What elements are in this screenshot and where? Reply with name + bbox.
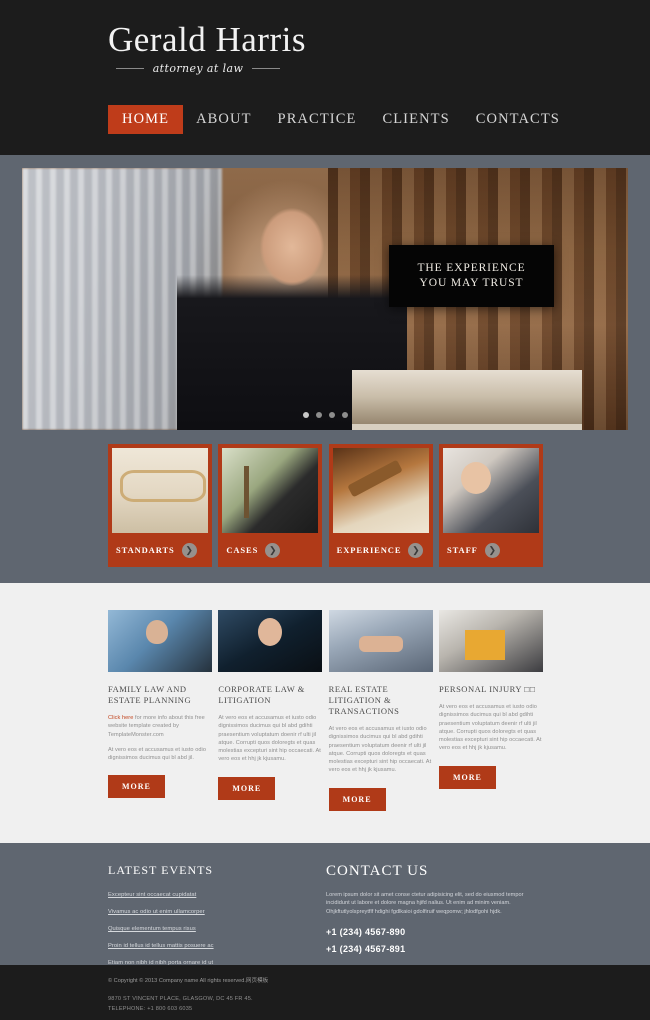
practice-title: REAL ESTATE LITIGATION & TRANSACTIONS <box>328 684 400 716</box>
more-button[interactable]: MORE <box>438 765 496 789</box>
practice-promo-text: Click here for more info about this free… <box>108 714 212 739</box>
practice-body: At vero eos et accusamus et iusto odio d… <box>218 715 321 763</box>
service-card-bar: EXPERIENCE ❯ <box>333 533 429 567</box>
footer-contact-body: Lorem ipsum dolor sit amet conse ctetur … <box>326 892 524 915</box>
footer-phone-primary[interactable]: +1 (234) 4567-890 <box>326 927 543 937</box>
slider-pagination[interactable] <box>22 412 628 418</box>
service-card-label: STANDARTS <box>116 545 175 555</box>
practice-areas-section: FAMILY LAW AND ESTATE PLANNING Click her… <box>0 583 650 843</box>
practice-body: At vero eos et accusamus et iusto odio d… <box>328 726 432 774</box>
service-thumb-glasses-book <box>112 448 208 533</box>
nav-item-home[interactable]: HOME <box>108 105 184 134</box>
rule-left-divider <box>116 67 144 69</box>
service-card-label: EXPERIENCE <box>336 545 402 555</box>
footer-contact-title: CONTACT US <box>326 863 429 879</box>
footer-events-title: LATEST EVENTS <box>108 863 214 877</box>
chevron-right-icon[interactable]: ❯ <box>265 542 281 558</box>
brand-tagline-wrap: attorney at law <box>108 62 280 75</box>
service-card-bar: STANDARTS ❯ <box>112 533 208 567</box>
slider-dot-2[interactable] <box>315 412 322 418</box>
hero-slider[interactable]: THE EXPERIENCE YOU MAY TRUST <box>22 168 628 430</box>
site-footer: LATEST EVENTS Excepteur sint occaecat cu… <box>0 843 650 966</box>
service-card-experience[interactable]: EXPERIENCE ❯ <box>328 444 433 567</box>
practice-body: At vero eos et accusamus et iusto odio d… <box>438 704 542 752</box>
service-card-bar: STAFF ❯ <box>443 533 539 567</box>
copyright-address: 9870 ST VINCENT PLACE, GLASGOW, DC 45 FR… <box>108 996 253 1002</box>
page-root: Gerald Harris attorney at law HOME ABOUT… <box>0 0 650 1020</box>
slider-dot-4[interactable] <box>341 412 348 418</box>
copyright-telephone: TELEPHONE: +1 800 603 6035 <box>108 1005 193 1012</box>
practice-thumb-businesswoman <box>218 610 323 672</box>
service-thumb-gavel <box>332 448 429 533</box>
brand-block[interactable]: Gerald Harris attorney at law <box>0 0 650 75</box>
slider-dot-3[interactable] <box>328 412 335 418</box>
practice-thumb-businessman <box>108 610 212 672</box>
brand-name: Gerald Harris <box>108 20 306 59</box>
rule-right-divider <box>252 67 280 69</box>
nav-item-clients[interactable]: CLIENTS <box>369 105 462 134</box>
footer-events-list: Excepteur sint occaecat cupidatat Vivamu… <box>108 891 326 967</box>
site-header: Gerald Harris attorney at law HOME ABOUT… <box>0 0 650 155</box>
footer-event-link[interactable]: Proin id tellus id tellus mattis posuere… <box>108 942 326 950</box>
hero-caption-badge: THE EXPERIENCE YOU MAY TRUST <box>389 245 554 307</box>
footer-event-link[interactable]: Quisque elementum tempus risus <box>108 925 326 933</box>
main-nav: HOME ABOUT PRACTICE CLIENTS CONTACTS <box>108 105 573 134</box>
service-thumb-team <box>442 448 539 533</box>
nav-item-practice[interactable]: PRACTICE <box>265 105 370 134</box>
more-button[interactable]: MORE <box>328 787 386 811</box>
chevron-right-icon[interactable]: ❯ <box>181 542 197 558</box>
practice-title: FAMILY LAW AND ESTATE PLANNING <box>108 684 192 705</box>
service-card-label: CASES <box>226 545 259 555</box>
footer-columns: LATEST EVENTS Excepteur sint occaecat cu… <box>108 863 543 976</box>
hero-caption-line-2: YOU MAY TRUST <box>419 277 524 289</box>
practice-column-real-estate: REAL ESTATE LITIGATION & TRANSACTIONS At… <box>328 610 433 811</box>
practice-thumb-handshake <box>328 610 433 672</box>
practice-column-personal-injury: PERSONAL INJURY □□ At vero eos et accusa… <box>438 610 543 811</box>
hero-books-stack-decor <box>352 370 582 430</box>
footer-event-link[interactable]: Vivamus ac odio ut enim ullamcorper <box>108 908 326 916</box>
click-here-link[interactable]: Click here <box>108 715 133 721</box>
hero-caption-line-1: THE EXPERIENCE <box>417 262 526 274</box>
brand-tagline: attorney at law <box>152 61 244 75</box>
more-button[interactable]: MORE <box>218 776 276 800</box>
service-thumb-scales-lawyer <box>222 448 319 533</box>
footer-latest-events: LATEST EVENTS Excepteur sint occaecat cu… <box>108 863 326 976</box>
copyright-bar: © Copyright © 2013 Company name All righ… <box>0 965 650 1020</box>
nav-item-about[interactable]: ABOUT <box>183 105 264 134</box>
service-card-cases[interactable]: CASES ❯ <box>218 444 323 567</box>
practice-column-family-law: FAMILY LAW AND ESTATE PLANNING Click her… <box>108 610 212 811</box>
practice-column-corporate-law: CORPORATE LAW & LITIGATION At vero eos e… <box>218 610 323 811</box>
copyright-address-block: 9870 ST VINCENT PLACE, GLASGOW, DC 45 FR… <box>108 995 268 1014</box>
practice-title: PERSONAL INJURY □□ <box>438 684 536 694</box>
footer-phone-secondary[interactable]: +1 (234) 4567-891 <box>326 944 543 954</box>
nav-item-contacts[interactable]: CONTACTS <box>463 105 573 134</box>
footer-contact-us: CONTACT US Lorem ipsum dolor sit amet co… <box>326 863 543 976</box>
copyright-text: © Copyright © 2013 Company name All righ… <box>108 978 269 984</box>
service-cards: STANDARTS ❯ CASES ❯ EXPERIENCE ❯ STAFF ❯ <box>108 444 543 567</box>
service-card-label: STAFF <box>446 545 478 555</box>
practice-body: At vero eos et accusamus et iusto odio d… <box>108 746 206 762</box>
practice-columns: FAMILY LAW AND ESTATE PLANNING Click her… <box>108 610 543 811</box>
service-card-standarts[interactable]: STANDARTS ❯ <box>108 444 212 567</box>
more-button[interactable]: MORE <box>108 775 165 799</box>
service-card-bar: CASES ❯ <box>222 533 318 567</box>
service-card-staff[interactable]: STAFF ❯ <box>438 444 543 567</box>
footer-event-link[interactable]: Excepteur sint occaecat cupidatat <box>108 891 326 899</box>
chevron-right-icon[interactable]: ❯ <box>408 542 424 558</box>
chevron-right-icon[interactable]: ❯ <box>484 542 500 558</box>
slider-dot-1[interactable] <box>302 412 309 418</box>
practice-thumb-folder <box>438 610 543 672</box>
copyright-inner: © Copyright © 2013 Company name All righ… <box>108 977 268 1014</box>
practice-title: CORPORATE LAW & LITIGATION <box>218 684 305 705</box>
